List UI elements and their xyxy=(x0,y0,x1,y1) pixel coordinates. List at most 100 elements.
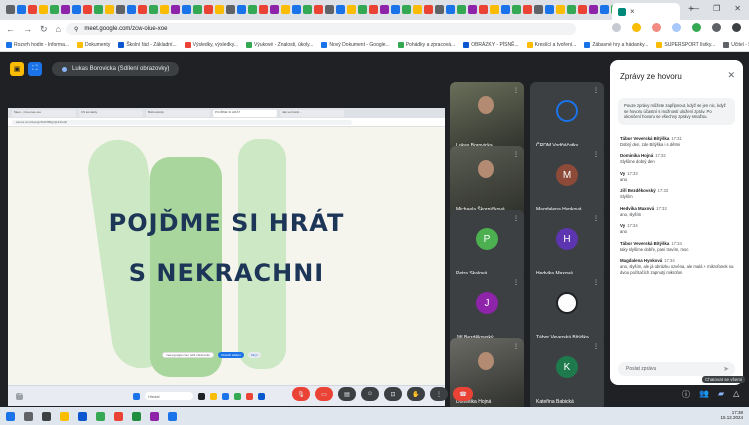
people-icon[interactable]: 👥 xyxy=(699,389,709,400)
pinned-tab-icon[interactable] xyxy=(182,5,191,14)
tile-options-icon[interactable]: ⋮ xyxy=(513,87,519,94)
tile-options-icon[interactable]: ⋮ xyxy=(593,151,599,158)
bookmark-item[interactable]: Kreslící a tvoření... xyxy=(526,41,576,48)
reload-icon[interactable]: ↻ xyxy=(40,24,48,35)
pinned-tab-icon[interactable] xyxy=(149,5,158,14)
pinned-tab-icon[interactable] xyxy=(556,5,565,14)
tile-options-icon[interactable]: ⋮ xyxy=(593,343,599,350)
pinned-tab-icon[interactable] xyxy=(83,5,92,14)
chat-input[interactable]: Poslat zprávu xyxy=(618,362,735,376)
pinned-tab-icon[interactable] xyxy=(171,5,180,14)
hide-button[interactable]: Skrýt xyxy=(247,352,261,358)
pinned-tab-icon[interactable] xyxy=(589,5,598,14)
pinned-tab-icon[interactable] xyxy=(6,5,15,14)
send-icon[interactable]: ➤ xyxy=(723,365,729,373)
bookmark-item[interactable]: Výsledky, výsledky... xyxy=(184,41,238,48)
pinned-tab-icon[interactable] xyxy=(39,5,48,14)
bookmark-item[interactable]: Pohádky a zpracová... xyxy=(397,41,455,48)
participant-tile[interactable]: ⋮Tábor Veverská Bítýška xyxy=(530,274,604,346)
pinned-tab-icon[interactable] xyxy=(28,5,37,14)
pinned-tab-icon[interactable] xyxy=(523,5,532,14)
pinned-tab-icon[interactable] xyxy=(72,5,81,14)
participant-tile[interactable]: ⋮Lukas Borovicka xyxy=(450,82,524,154)
system-clock[interactable]: 17:38 15.12.2024 xyxy=(720,410,743,421)
home-icon[interactable]: ⌂ xyxy=(56,24,61,34)
bookmark-item[interactable]: SUPERSPORT lístky... xyxy=(656,41,715,48)
extension-icon[interactable] xyxy=(652,23,661,32)
chrome-icon[interactable] xyxy=(96,411,105,421)
tile-options-icon[interactable]: ⋮ xyxy=(513,151,519,158)
pinned-tab-icon[interactable] xyxy=(292,5,301,14)
pinned-tab-icon[interactable] xyxy=(314,5,323,14)
app-icon[interactable] xyxy=(132,411,141,421)
close-window-button[interactable]: ✕ xyxy=(734,4,741,13)
microphone-off-icon[interactable]: 🎙 xyxy=(292,387,310,401)
extension-icon[interactable] xyxy=(692,23,701,32)
pinned-tab-icon[interactable] xyxy=(50,5,59,14)
bookmark-star-icon[interactable] xyxy=(632,23,641,32)
profile-avatar[interactable] xyxy=(712,23,721,32)
pinned-tab-icon[interactable] xyxy=(358,5,367,14)
site-info-icon[interactable]: ⚲ xyxy=(74,26,78,33)
minimize-button[interactable]: — xyxy=(691,4,699,13)
raise-hand-icon[interactable]: ✋ xyxy=(407,387,425,401)
pinned-tab-icon[interactable] xyxy=(270,5,279,14)
emoji-icon[interactable]: ☺ xyxy=(361,387,379,401)
info-icon[interactable]: ⓘ xyxy=(682,389,690,400)
pinned-tab-icon[interactable] xyxy=(226,5,235,14)
participant-tile[interactable]: J⋮Jiří Bezděkovský xyxy=(450,274,524,346)
pinned-tab-icon[interactable] xyxy=(303,5,312,14)
task-view-icon[interactable] xyxy=(42,411,51,421)
tile-options-icon[interactable]: ⋮ xyxy=(513,279,519,286)
chat-icon[interactable]: ▰ xyxy=(718,389,724,400)
bookmark-item[interactable]: Nový Dokument - Google... xyxy=(321,41,390,48)
bookmark-item[interactable]: Učitel - Speciální... xyxy=(723,41,749,48)
pin-icon[interactable]: ▣ xyxy=(10,62,24,76)
pinned-tab-icon[interactable] xyxy=(446,5,455,14)
bookmark-item[interactable]: Školní řád - Základní... xyxy=(118,41,177,48)
pinned-tab-icon[interactable] xyxy=(116,5,125,14)
pinned-tab-icon[interactable] xyxy=(391,5,400,14)
pinned-tab-icon[interactable] xyxy=(567,5,576,14)
menu-icon[interactable] xyxy=(732,23,741,32)
pinned-tab-icon[interactable] xyxy=(248,5,257,14)
tile-options-icon[interactable]: ⋮ xyxy=(513,215,519,222)
more-options-icon[interactable]: ⋮ xyxy=(430,387,448,401)
pinned-tab-icon[interactable] xyxy=(479,5,488,14)
pinned-tab-icon[interactable] xyxy=(545,5,554,14)
pinned-tab-icon[interactable] xyxy=(369,5,378,14)
pinned-tab-icon[interactable] xyxy=(259,5,268,14)
pinned-tab-icon[interactable] xyxy=(325,5,334,14)
pinned-tab-icon[interactable] xyxy=(457,5,466,14)
pinned-tab-icon[interactable] xyxy=(435,5,444,14)
participant-tile[interactable]: ⋮Michaela Škorničková xyxy=(450,146,524,218)
pinned-tab-icon[interactable] xyxy=(160,5,169,14)
bookmark-item[interactable]: Dokumenty xyxy=(77,41,110,48)
pinned-tab-icon[interactable] xyxy=(138,5,147,14)
pinned-tab-icon[interactable] xyxy=(94,5,103,14)
app-icon[interactable] xyxy=(114,411,123,421)
pinned-tab-icon[interactable] xyxy=(468,5,477,14)
forward-icon[interactable]: → xyxy=(23,24,32,34)
pinned-tab-icon[interactable] xyxy=(127,5,136,14)
pinned-tab-icon[interactable] xyxy=(281,5,290,14)
app-icon[interactable] xyxy=(168,411,177,421)
maximize-button[interactable]: ❐ xyxy=(713,4,720,13)
camera-off-icon[interactable]: ▭ xyxy=(315,387,333,401)
pinned-tab-icon[interactable] xyxy=(347,5,356,14)
participant-tile[interactable]: P⋮Petra Skalová xyxy=(450,210,524,282)
file-explorer-icon[interactable] xyxy=(60,411,69,421)
pinned-tab-icon[interactable] xyxy=(501,5,510,14)
bookmark-item[interactable]: Rozvrh hodin - Informa... xyxy=(6,41,69,48)
stop-sharing-button[interactable]: Ukončit sdílení xyxy=(218,352,244,358)
windows-start-icon[interactable] xyxy=(6,411,15,421)
activities-icon[interactable]: △ xyxy=(733,389,739,400)
present-icon[interactable]: ⊡ xyxy=(384,387,402,401)
pinned-tab-icon[interactable] xyxy=(380,5,389,14)
pinned-tab-icon[interactable] xyxy=(61,5,70,14)
app-icon[interactable] xyxy=(150,411,159,421)
close-icon[interactable]: ✕ xyxy=(727,70,735,81)
pinned-tab-icon[interactable] xyxy=(512,5,521,14)
pinned-tab-icon[interactable] xyxy=(413,5,422,14)
tile-options-icon[interactable]: ⋮ xyxy=(593,215,599,222)
